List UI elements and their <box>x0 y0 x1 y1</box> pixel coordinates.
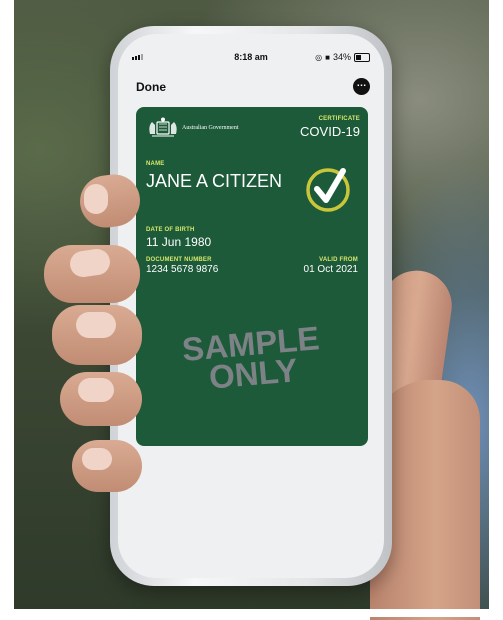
verified-check-icon <box>306 168 350 212</box>
phone-screen: 8:18 am ◎ ■ 34% Done … Australian Govern… <box>118 34 384 578</box>
coat-of-arms-icon <box>149 117 177 137</box>
white-border <box>0 609 503 617</box>
valid-from-label: VALID FROM <box>319 257 358 263</box>
done-button[interactable]: Done <box>136 80 166 94</box>
name-label: NAME <box>146 161 165 167</box>
sample-watermark: SAMPLE ONLY <box>134 319 370 399</box>
nav-bar: Done … <box>118 78 384 98</box>
lock-rotation-icon: ■ <box>325 52 330 62</box>
dob-value: 11 Jun 1980 <box>146 235 212 249</box>
battery-percent: 34% <box>332 52 351 62</box>
status-bar: 8:18 am ◎ ■ 34% <box>118 51 384 65</box>
phone-device: 8:18 am ◎ ■ 34% Done … Australian Govern… <box>110 26 392 586</box>
fingernail <box>82 448 112 470</box>
fingernail <box>76 312 116 338</box>
white-border <box>0 0 14 617</box>
more-icon[interactable]: … <box>353 78 370 95</box>
name-value: JANE A CITIZEN <box>146 171 283 191</box>
fingernail <box>78 378 114 402</box>
document-number-value: 1234 5678 9876 <box>146 264 219 275</box>
covid-certificate-card[interactable]: Australian Government CERTIFICATE COVID-… <box>136 107 368 446</box>
battery-icon <box>354 52 370 62</box>
location-icon: ◎ <box>315 52 323 62</box>
fingernail <box>84 184 108 214</box>
certificate-label: CERTIFICATE <box>318 116 360 122</box>
document-number-label: DOCUMENT NUMBER <box>146 257 212 263</box>
certificate-type: COVID-19 <box>300 124 360 139</box>
dob-label: DATE OF BIRTH <box>146 227 195 233</box>
status-right: ◎ ■ 34% <box>315 52 370 62</box>
issuer-text: Australian Government <box>182 125 239 131</box>
white-border <box>489 0 503 617</box>
valid-from-value: 01 Oct 2021 <box>303 264 358 275</box>
